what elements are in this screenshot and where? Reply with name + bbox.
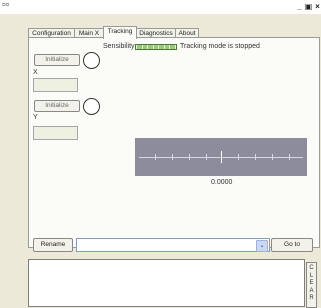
clear-letter: C: [309, 265, 314, 271]
slider-tick: [289, 154, 290, 160]
chevron-down-icon[interactable]: ⌄: [256, 240, 268, 252]
y-status-indicator: [83, 98, 100, 115]
position-slider[interactable]: [135, 138, 307, 176]
slider-tick: [255, 154, 256, 160]
clear-letter: R: [309, 295, 314, 301]
app-window: ᴑᴑ _ ▣ × Configuration Main X Tracking D…: [0, 0, 321, 308]
goto-button[interactable]: Go to: [271, 238, 313, 252]
sensibility-segment: [153, 45, 159, 49]
clear-letter: A: [309, 287, 314, 294]
sensibility-segment: [137, 45, 142, 49]
sensibility-segment: [148, 45, 153, 49]
x-value-field[interactable]: [33, 78, 78, 92]
tab-tracking[interactable]: Tracking: [103, 26, 137, 39]
tracking-status: Tracking mode is stopped: [180, 43, 260, 50]
slider-tick: [206, 154, 207, 160]
slider-value: 0.0000: [211, 179, 233, 186]
slider-tick: [272, 154, 273, 160]
sensibility-meter: [135, 44, 177, 50]
title-bar: ᴑᴑ _ ▣ ×: [0, 0, 321, 14]
clear-letter: E: [309, 280, 314, 286]
initialize-y-button[interactable]: Initialize: [34, 100, 80, 112]
sensibility-segment: [170, 45, 176, 49]
rename-button[interactable]: Rename: [33, 238, 73, 252]
slider-tick: [155, 154, 156, 160]
slider-thumb[interactable]: [221, 151, 222, 163]
sensibility-label: Sensibility: [103, 43, 135, 50]
log-area[interactable]: [28, 259, 305, 307]
x-axis-label: X: [33, 69, 38, 76]
close-button[interactable]: ×: [313, 2, 321, 11]
window-title: ᴑᴑ: [2, 2, 10, 8]
sensibility-segment: [142, 45, 148, 49]
maximize-button[interactable]: ▣: [304, 2, 313, 11]
y-axis-label: Y: [33, 114, 38, 121]
sensibility-segment: [164, 45, 170, 49]
slider-tick: [238, 154, 239, 160]
sensibility-segment: [159, 45, 164, 49]
slider-tick: [189, 154, 190, 160]
minimize-button[interactable]: _: [295, 2, 304, 11]
clear-button[interactable]: C L E A R: [306, 262, 317, 308]
initialize-x-button[interactable]: Initialize: [34, 54, 80, 66]
slider-tick: [172, 154, 173, 160]
item-select[interactable]: ⌄: [76, 238, 270, 252]
y-value-field[interactable]: [33, 126, 78, 140]
x-status-indicator: [83, 52, 100, 69]
clear-letter: L: [309, 272, 314, 279]
